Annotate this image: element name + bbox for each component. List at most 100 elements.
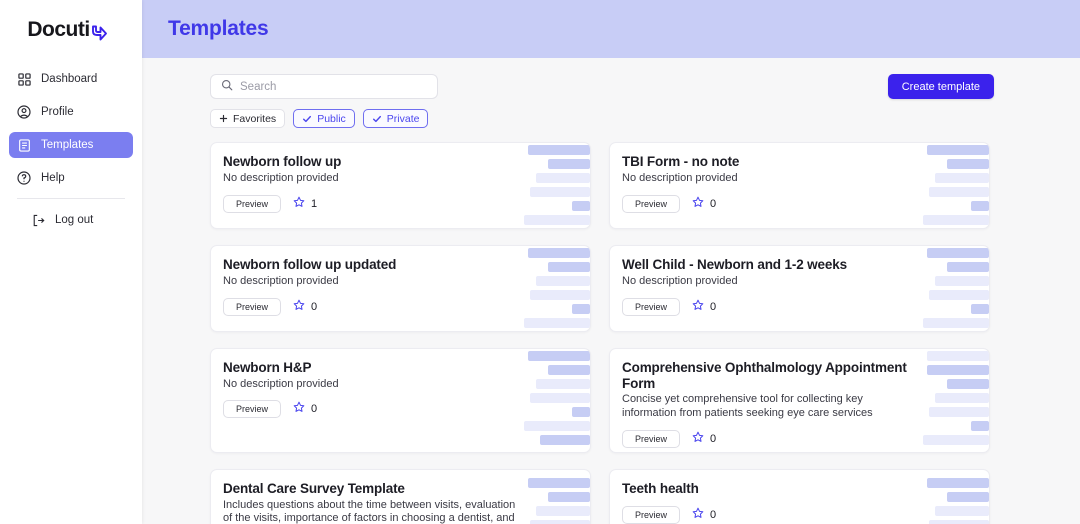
template-description: No description provided	[622, 274, 738, 287]
grid-icon	[17, 72, 31, 86]
star-outline-icon[interactable]	[692, 430, 704, 448]
star-outline-icon[interactable]	[293, 400, 305, 418]
sidebar: Docuti Dashboard Profile Templates Help …	[0, 0, 142, 524]
star-outline-icon[interactable]	[692, 195, 704, 213]
sidebar-item-label: Help	[41, 172, 65, 184]
favorite-control[interactable]: 0	[692, 506, 716, 524]
sidebar-item-label: Dashboard	[41, 73, 98, 85]
template-thumbnail	[917, 143, 989, 228]
sidebar-item-profile[interactable]: Profile	[9, 99, 133, 125]
template-card[interactable]: Dental Care Survey Template Includes que…	[210, 469, 591, 524]
templates-grid: Newborn follow up No description provide…	[142, 128, 1080, 524]
search-icon	[221, 78, 233, 96]
preview-button[interactable]: Preview	[622, 429, 680, 448]
favorite-control[interactable]: 0	[293, 298, 317, 316]
template-card[interactable]: Newborn follow up No description provide…	[210, 142, 591, 229]
template-title: TBI Form - no note	[622, 154, 740, 169]
favorite-control[interactable]: 1	[293, 195, 317, 213]
page-header: Templates	[142, 0, 1080, 58]
template-title: Teeth health	[622, 481, 699, 496]
preview-button[interactable]: Preview	[223, 298, 281, 317]
sidebar-item-templates[interactable]: Templates	[9, 132, 133, 158]
template-thumbnail	[917, 246, 989, 331]
template-description: Includes questions about the time betwee…	[223, 498, 516, 524]
main-content: Templates Search Create template Favorit…	[142, 0, 1080, 524]
plus-icon	[219, 114, 228, 123]
brand-name: Docuti	[27, 18, 90, 41]
preview-button[interactable]: Preview	[622, 195, 680, 214]
preview-button[interactable]: Preview	[223, 195, 281, 214]
favorite-control[interactable]: 0	[692, 298, 716, 316]
template-card[interactable]: Newborn H&P No description provided Prev…	[210, 348, 591, 453]
template-title: Newborn follow up	[223, 154, 342, 169]
filter-chip-favorites[interactable]: Favorites	[210, 109, 286, 128]
favorite-count: 0	[710, 432, 717, 445]
docuti-checkmark-logo-icon	[89, 18, 115, 42]
card-actions: Preview 0	[622, 195, 915, 214]
template-card[interactable]: TBI Form - no note No description provid…	[609, 142, 990, 229]
card-actions: Preview 0	[223, 400, 516, 419]
check-icon	[302, 114, 312, 124]
user-circle-icon	[17, 105, 31, 119]
question-circle-icon	[17, 171, 31, 185]
sidebar-item-logout[interactable]: Log out	[9, 207, 133, 233]
document-icon	[17, 138, 31, 152]
card-actions: Preview 0	[223, 298, 516, 317]
sidebar-item-help[interactable]: Help	[9, 165, 133, 191]
favorite-count: 0	[311, 403, 318, 416]
favorite-control[interactable]: 0	[692, 430, 716, 448]
toolbar: Search Create template	[142, 74, 1080, 99]
brand-logo[interactable]: Docuti	[0, 0, 142, 56]
filter-chip-public[interactable]: Public	[293, 109, 355, 128]
check-icon	[372, 114, 382, 124]
sidebar-item-label: Log out	[55, 214, 94, 226]
filter-chips: Favorites Public Private	[142, 99, 1080, 128]
template-description: Concise yet comprehensive tool for colle…	[622, 393, 873, 419]
create-template-button[interactable]: Create template	[887, 74, 994, 99]
favorite-count: 1	[311, 198, 318, 211]
template-thumbnail	[917, 470, 989, 524]
search-placeholder: Search	[240, 80, 277, 93]
search-input[interactable]: Search	[210, 74, 438, 99]
template-description: No description provided	[223, 171, 339, 184]
template-title: Dental Care Survey Template	[223, 481, 405, 496]
sidebar-divider	[17, 198, 125, 199]
template-description: No description provided	[223, 377, 339, 390]
template-thumbnail	[518, 349, 590, 452]
favorite-control[interactable]: 0	[293, 400, 317, 418]
template-card[interactable]: Newborn follow up updated No description…	[210, 245, 591, 332]
favorite-count: 0	[710, 198, 717, 211]
template-card[interactable]: Teeth health Preview 0	[609, 469, 990, 524]
preview-button[interactable]: Preview	[223, 400, 281, 419]
sidebar-nav: Dashboard Profile Templates Help Log out	[0, 66, 142, 233]
template-description: No description provided	[223, 274, 339, 287]
star-outline-icon[interactable]	[293, 195, 305, 213]
template-thumbnail	[518, 143, 590, 228]
template-thumbnail	[518, 246, 590, 331]
favorite-count: 0	[710, 301, 717, 314]
card-actions: Preview 0	[622, 298, 915, 317]
template-card[interactable]: Comprehensive Ophthalmology Appointment …	[609, 348, 990, 453]
card-actions: Preview 1	[223, 195, 516, 214]
preview-button[interactable]: Preview	[622, 298, 680, 317]
sidebar-item-label: Profile	[41, 106, 74, 118]
filter-chip-private[interactable]: Private	[362, 109, 429, 128]
filter-chip-label: Private	[386, 112, 420, 125]
favorite-count: 0	[710, 508, 717, 521]
sidebar-item-dashboard[interactable]: Dashboard	[9, 66, 133, 92]
favorite-count: 0	[311, 301, 318, 314]
template-card[interactable]: Well Child - Newborn and 1-2 weeks No de…	[609, 245, 990, 332]
card-actions: Preview 0	[622, 505, 915, 524]
template-title: Newborn H&P	[223, 360, 312, 375]
star-outline-icon[interactable]	[692, 506, 704, 524]
logout-icon	[31, 213, 45, 227]
favorite-control[interactable]: 0	[692, 195, 716, 213]
filter-chip-label: Favorites	[233, 112, 277, 125]
star-outline-icon[interactable]	[692, 298, 704, 316]
page-title: Templates	[168, 17, 269, 40]
content-area: Search Create template Favorites Public …	[142, 58, 1080, 524]
template-description: No description provided	[622, 171, 738, 184]
template-title: Comprehensive Ophthalmology Appointment …	[622, 360, 907, 391]
star-outline-icon[interactable]	[293, 298, 305, 316]
preview-button[interactable]: Preview	[622, 505, 680, 524]
